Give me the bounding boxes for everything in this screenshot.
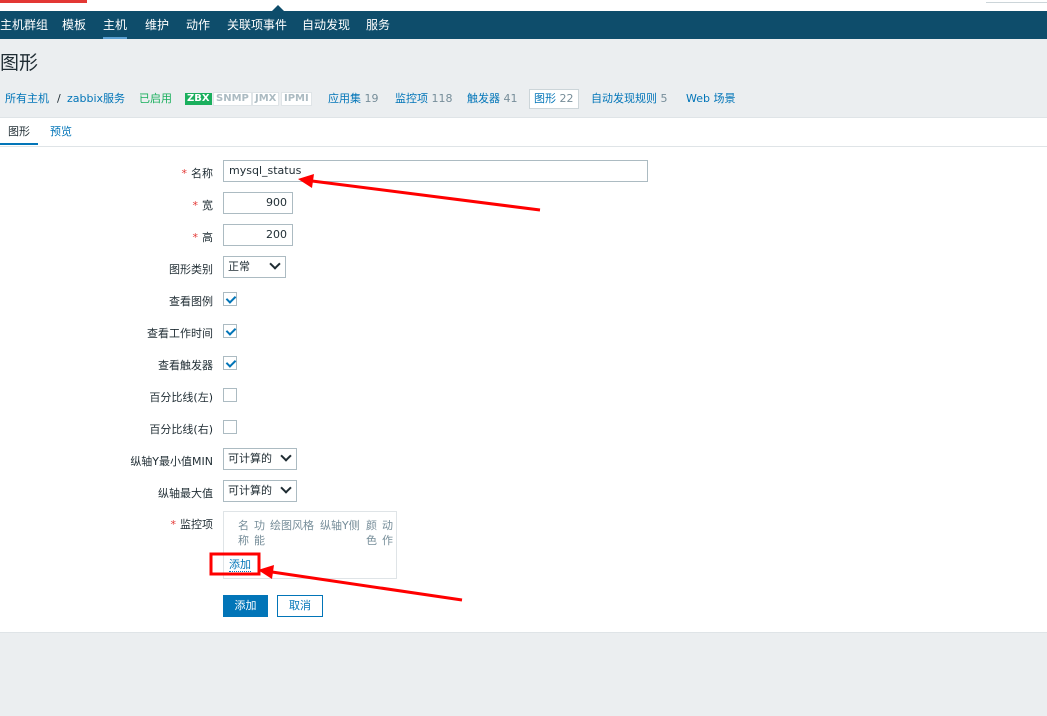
height-label: * 高 [193,229,214,245]
items-col-colour: 颜色 [366,519,377,547]
nav-templates[interactable]: 模板 [62,11,86,39]
nav-caret-icon [272,5,284,11]
nav-host-groups[interactable]: 主机群组 [0,11,48,39]
required-mark: * [181,167,188,180]
nav-hosts[interactable]: 主机 [103,11,128,39]
items-col-function: 功能 [254,519,265,547]
show-legend-label: 查看图例 [169,295,213,308]
items-col-draw-style: 绘图风格 [270,519,314,532]
ymin-value: 可计算的 [228,452,272,465]
show-legend-checkbox[interactable] [223,292,237,306]
page-title: 图形 [0,52,39,74]
graph-type-label: 图形类别 [169,263,213,276]
height-input[interactable]: 200 [223,224,293,246]
items-label: * 监控项 [171,516,214,532]
add-item-link[interactable]: 添加 [229,558,251,572]
percentile-left-checkbox[interactable] [223,388,237,402]
ymin-label: 纵轴Y最小值MIN [130,455,213,468]
ymax-select[interactable]: 可计算的 [223,480,297,502]
link-triggers-count: 41 [503,92,518,105]
ymax-label: 纵轴最大值 [158,487,213,500]
name-label: * 名称 [182,165,214,181]
host-status-enabled[interactable]: 已启用 [139,88,172,110]
jmx-badge: JMX [252,92,280,106]
tab-graph[interactable]: 图形 [0,118,38,145]
link-graphs-count: 22 [559,92,574,105]
name-label-text: 名称 [191,167,213,180]
height-label-text: 高 [202,231,213,244]
link-discovery-rules-count: 5 [660,92,668,105]
percentile-right-checkbox[interactable] [223,420,237,434]
items-col-name: 名称 [238,519,249,547]
graph-type-value: 正常 [228,260,250,273]
link-applications-count: 19 [364,92,379,105]
link-items-label: 监控项 [395,92,428,105]
breadcrumb-separator: / [57,92,61,105]
link-web-scenarios[interactable]: Web 场景 [686,88,735,110]
main-nav: 主机群组 模板 主机 维护 动作 关联项事件 自动发现 服务 [0,5,1047,39]
breadcrumb: 所有主机 / zabbix服务 已启用 ZBX SNMP JMX IPMI 应用… [0,88,1047,110]
link-graphs[interactable]: 图形 22 [529,89,579,109]
ymin-select[interactable]: 可计算的 [223,448,297,470]
ipmi-badge: IPMI [281,92,312,106]
nav-event-correlation[interactable]: 关联项事件 [227,11,287,39]
tab-preview[interactable]: 预览 [42,118,80,145]
nav-actions[interactable]: 动作 [186,11,210,39]
graph-form-card: 图形 预览 * 名称 mysql_status * 宽 900 * 高 200 图形类… [0,117,1047,633]
graph-type-select[interactable]: 正常 [223,256,286,278]
link-graphs-label: 图形 [534,92,556,105]
width-input[interactable]: 900 [223,192,293,214]
link-applications[interactable]: 应用集 19 [328,88,379,110]
required-mark: * [170,518,177,531]
breadcrumb-host[interactable]: zabbix服务 [67,88,125,110]
percentile-left-label: 百分比线(左) [149,391,213,404]
required-mark: * [192,199,199,212]
zbx-badge: ZBX [185,93,212,105]
percentile-right-label: 百分比线(右) [149,423,213,436]
required-mark: * [192,231,199,244]
brand-accent-bar [0,0,87,3]
top-search-box[interactable] [986,0,1047,3]
link-discovery-rules[interactable]: 自动发现规则 5 [591,88,668,110]
show-worktime-checkbox[interactable] [223,324,237,338]
show-triggers-checkbox[interactable] [223,356,237,370]
width-label: * 宽 [193,197,214,213]
link-triggers[interactable]: 触发器 41 [467,88,518,110]
items-col-y-axis-side: 纵轴Y侧 [320,519,360,532]
show-triggers-label: 查看触发器 [158,359,213,372]
chevron-down-icon [280,482,292,494]
link-discovery-rules-label: 自动发现规则 [591,92,657,105]
ymax-value: 可计算的 [228,484,272,497]
nav-maintenance[interactable]: 维护 [145,11,169,39]
name-input[interactable]: mysql_status [223,160,648,182]
breadcrumb-all-hosts[interactable]: 所有主机 [5,88,49,110]
nav-discovery[interactable]: 自动发现 [302,11,350,39]
link-applications-label: 应用集 [328,92,361,105]
chevron-down-icon [280,450,292,462]
link-items[interactable]: 监控项 118 [395,88,453,110]
link-items-count: 118 [431,92,453,105]
width-label-text: 宽 [202,199,213,212]
items-label-text: 监控项 [180,518,213,531]
submit-button[interactable]: 添加 [223,595,268,617]
items-col-action: 动作 [382,519,393,547]
top-strip [0,0,1047,11]
nav-services[interactable]: 服务 [366,11,390,39]
chevron-down-icon [269,258,281,270]
snmp-badge: SNMP [213,92,252,106]
show-worktime-label: 查看工作时间 [147,327,213,340]
link-triggers-label: 触发器 [467,92,500,105]
cancel-button[interactable]: 取消 [277,595,323,617]
form-tabs: 图形 预览 [0,118,1047,147]
